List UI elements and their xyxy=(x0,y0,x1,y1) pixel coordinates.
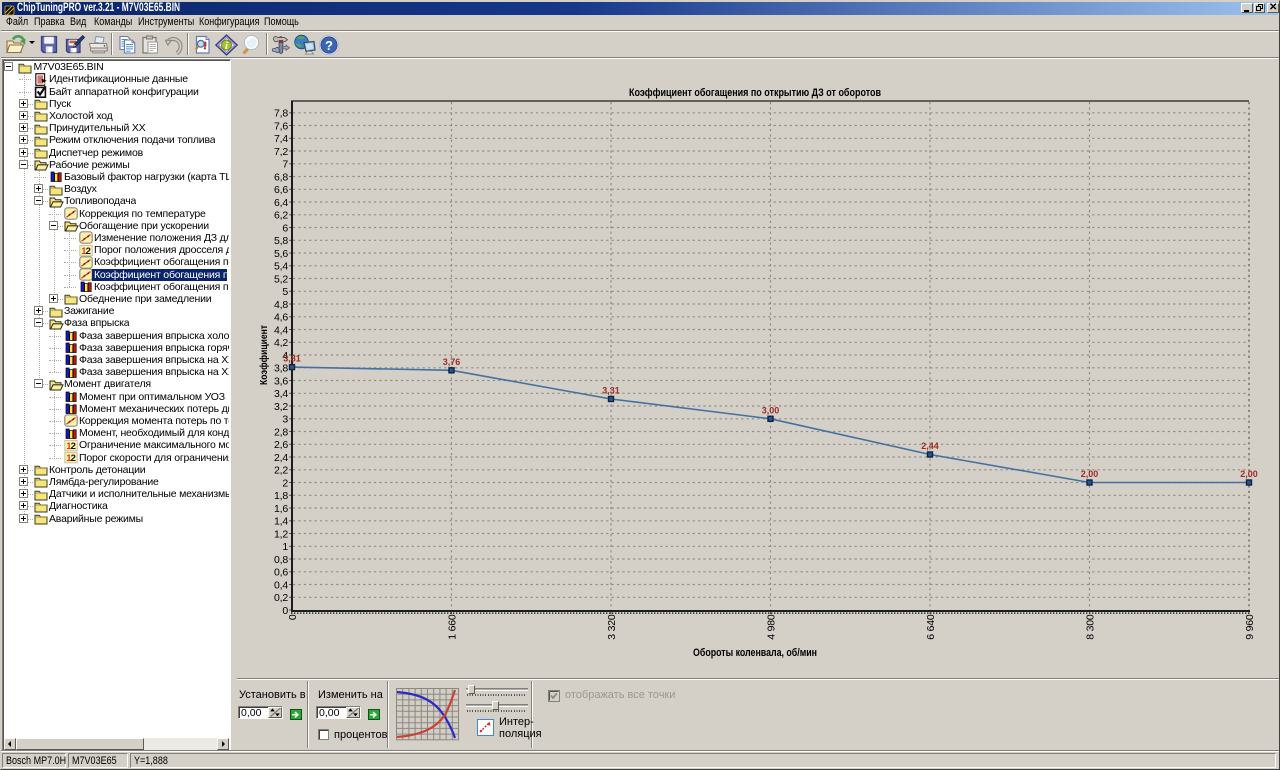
svg-text:5,4: 5,4 xyxy=(274,261,288,273)
svg-text:0,4: 0,4 xyxy=(274,579,288,591)
svg-text:5,2: 5,2 xyxy=(274,273,288,285)
svg-text:7,6: 7,6 xyxy=(274,120,288,132)
svg-text:0: 0 xyxy=(287,614,299,620)
svg-text:1,2: 1,2 xyxy=(274,528,288,540)
svg-text:6: 6 xyxy=(282,222,288,234)
svg-text:i: i xyxy=(225,41,228,52)
svg-text:0,6: 0,6 xyxy=(274,567,288,579)
svg-text:Коэффициент: Коэффициент xyxy=(258,325,270,385)
svg-text:2,00: 2,00 xyxy=(1240,469,1258,479)
svg-text:3,81: 3,81 xyxy=(283,354,301,364)
svg-text:2,00: 2,00 xyxy=(1081,469,1099,479)
svg-text:2,44: 2,44 xyxy=(921,441,939,451)
svg-text:0,2: 0,2 xyxy=(274,592,288,604)
svg-text:7,2: 7,2 xyxy=(274,146,288,158)
svg-text:4,2: 4,2 xyxy=(274,337,288,349)
svg-text:2,4: 2,4 xyxy=(274,452,288,464)
svg-text:7,8: 7,8 xyxy=(274,108,288,120)
svg-text:4,4: 4,4 xyxy=(274,324,288,336)
svg-text:6,4: 6,4 xyxy=(274,197,288,209)
svg-text:Обороты коленвала, об/мин: Обороты коленвала, об/мин xyxy=(693,647,817,659)
svg-text:8 300: 8 300 xyxy=(1085,614,1097,640)
svg-text:4,6: 4,6 xyxy=(274,312,288,324)
svg-text:5,8: 5,8 xyxy=(274,235,288,247)
svg-text:2: 2 xyxy=(282,477,288,489)
svg-text:3,8: 3,8 xyxy=(274,363,288,375)
svg-text:3: 3 xyxy=(282,414,288,426)
svg-text:7,4: 7,4 xyxy=(274,133,288,145)
svg-text:?: ? xyxy=(325,38,333,53)
svg-text:4,8: 4,8 xyxy=(274,299,288,311)
svg-text:2,2: 2,2 xyxy=(274,465,288,477)
svg-text:6,6: 6,6 xyxy=(274,184,288,196)
svg-text:1,8: 1,8 xyxy=(274,490,288,502)
svg-text:3 320: 3 320 xyxy=(606,614,618,640)
svg-text:3,6: 3,6 xyxy=(274,375,288,387)
svg-text:Коэффициент обогащения по откр: Коэффициент обогащения по открытию ДЗ от… xyxy=(629,87,881,99)
svg-text:5,6: 5,6 xyxy=(274,248,288,260)
svg-text:7: 7 xyxy=(282,159,288,171)
svg-text:4 980: 4 980 xyxy=(766,614,778,640)
svg-text:3,76: 3,76 xyxy=(443,357,461,367)
svg-text:3,2: 3,2 xyxy=(274,401,288,413)
svg-text:3,00: 3,00 xyxy=(762,405,780,415)
svg-text:2,8: 2,8 xyxy=(274,426,288,438)
svg-text:6 640: 6 640 xyxy=(925,614,937,640)
svg-text:2,6: 2,6 xyxy=(274,439,288,451)
svg-text:6,2: 6,2 xyxy=(274,210,288,222)
svg-text:6,8: 6,8 xyxy=(274,171,288,183)
svg-text:3,31: 3,31 xyxy=(602,386,620,396)
svg-text:3,4: 3,4 xyxy=(274,388,288,400)
svg-text:2: 2 xyxy=(70,453,75,464)
svg-text:5: 5 xyxy=(282,286,288,298)
svg-text:0,8: 0,8 xyxy=(274,554,288,566)
svg-text:1: 1 xyxy=(282,541,288,553)
svg-text:9 960: 9 960 xyxy=(1244,614,1256,640)
svg-text:1 660: 1 660 xyxy=(447,614,459,640)
svg-text:1,6: 1,6 xyxy=(274,503,288,515)
svg-text:1,4: 1,4 xyxy=(274,516,288,528)
